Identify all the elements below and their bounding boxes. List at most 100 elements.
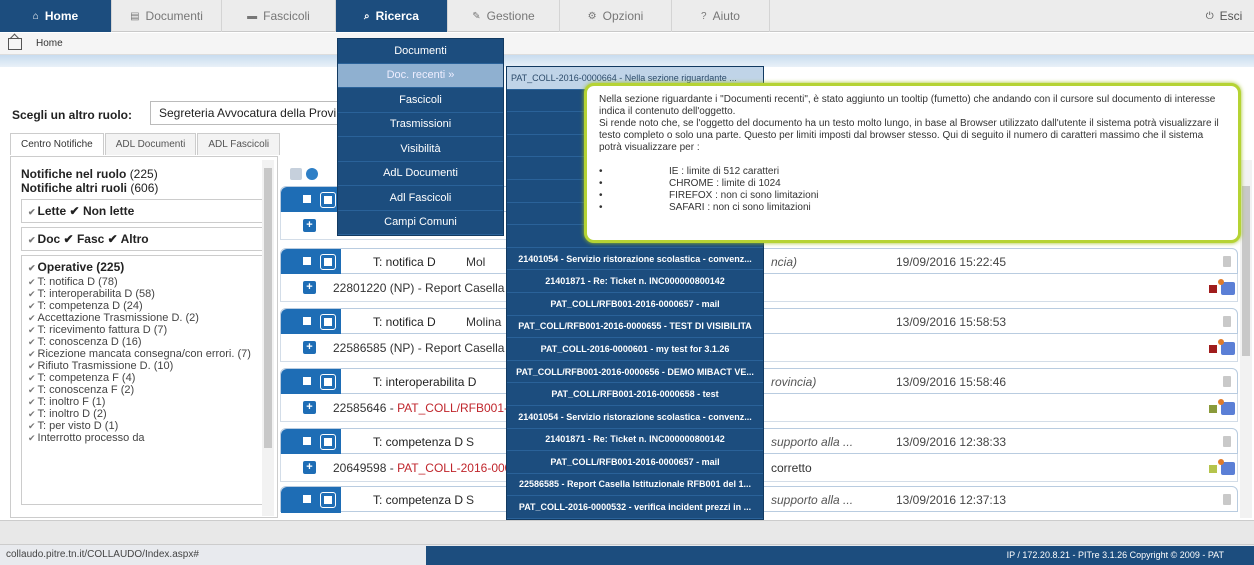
checkbox-icon[interactable]: ✔ (28, 349, 36, 359)
select-checkbox[interactable] (303, 257, 311, 265)
tab-adl-documenti[interactable]: ADL Documenti (104, 133, 197, 155)
recent-doc-item[interactable]: PAT_COLL/RFB001-2016-0000656 - DEMO MIBA… (507, 361, 763, 384)
home-outline-icon[interactable] (8, 37, 22, 50)
operative-item[interactable]: ✔ Interrotto processo da (28, 432, 262, 444)
operative-item[interactable]: ✔ T: inoltro D (2) (28, 408, 262, 420)
operative-item[interactable]: ✔ T: per visto D (1) (28, 420, 262, 432)
nav-tab-opzioni[interactable]: ⚙ Opzioni (560, 0, 672, 32)
nav-tab-fascicoli[interactable]: ▬ Fascicoli (222, 0, 336, 32)
checkbox-icon[interactable]: ✔ (28, 373, 36, 383)
trash-icon[interactable] (1223, 376, 1231, 387)
recent-doc-item[interactable]: PAT_COLL/RFB001-2016-0000657 - mail (507, 451, 763, 474)
operative-item[interactable]: ✔ Rifiuto Trasmissione D. (10) (28, 360, 262, 372)
operative-item[interactable]: ✔ T: ricevimento fattura D (7) (28, 324, 262, 336)
read-filter[interactable]: ✔ Lette ✔ Non lette (21, 199, 269, 223)
recent-doc-item[interactable]: PAT_COLL/RFB001-2016-0000655 - TEST DI V… (507, 316, 763, 339)
menu-visibilita[interactable]: Visibilità (338, 137, 503, 162)
checkbox-icon[interactable]: ✔ (28, 277, 36, 287)
operative-item[interactable]: ✔ T: conoscenza F (2) (28, 384, 262, 396)
right-scrollbar-thumb[interactable] (1242, 186, 1250, 356)
notifiche-ruolo[interactable]: Notifiche nel ruolo (225) (21, 167, 277, 181)
recent-doc-item[interactable]: PAT_COLL/RFB001-2016-0000657 - mail (507, 293, 763, 316)
notifiche-altri-ruoli[interactable]: Notifiche altri ruoli (606) (21, 181, 277, 195)
menu-adl-documenti[interactable]: AdL Documenti (338, 162, 503, 186)
transmit-icon[interactable] (1218, 459, 1235, 475)
view-icon[interactable] (320, 254, 336, 270)
menu-adl-fascicoli[interactable]: Adl Fascicoli (338, 186, 503, 211)
select-checkbox[interactable] (303, 317, 311, 325)
document-reference[interactable]: 22586585 (NP) - Report Casella (333, 341, 504, 355)
checkbox-icon[interactable]: ✔ (28, 301, 36, 311)
expand-button[interactable]: + (303, 401, 316, 414)
operative-item[interactable]: ✔ T: competenza F (4) (28, 372, 262, 384)
nav-tab-gestione[interactable]: ✎ Gestione (448, 0, 560, 32)
tab-centro-notifiche[interactable]: Centro Notifiche (10, 133, 104, 155)
recent-doc-item[interactable]: 22586585 - Report Casella Istituzionale … (507, 474, 763, 497)
menu-documenti[interactable]: Documenti (338, 39, 503, 64)
select-checkbox[interactable] (303, 495, 311, 503)
nav-tab-ricerca[interactable]: ⌕ Ricerca (336, 0, 448, 32)
document-reference[interactable]: 22801220 (NP) - Report Casella (333, 281, 504, 295)
trash-icon[interactable] (1223, 316, 1231, 327)
nav-tab-aiuto[interactable]: ? Aiuto (672, 0, 770, 32)
checkbox-icon[interactable]: ✔ (28, 361, 36, 371)
view-icon[interactable] (320, 374, 336, 390)
checkbox-icon[interactable]: ✔ (28, 337, 36, 347)
operative-item[interactable]: ✔ T: interoperabilita D (58) (28, 288, 262, 300)
checkbox-icon[interactable]: ✔ (28, 397, 36, 407)
checkbox-icon[interactable]: ✔ (28, 385, 36, 395)
recent-doc-item[interactable]: PAT_COLL/RFB001-2016-0000658 - test (507, 383, 763, 406)
expand-button[interactable]: + (303, 461, 316, 474)
breadcrumb-home[interactable]: Home (36, 38, 63, 49)
checkbox-icon[interactable]: ✔ (28, 325, 36, 335)
document-reference[interactable]: 20649598 - PAT_COLL-2016-000 (333, 461, 511, 475)
exit-button[interactable]: ⏻ Esci (1194, 0, 1254, 32)
menu-campi-comuni[interactable]: Campi Comuni (338, 211, 503, 235)
operative-item[interactable]: ✔ T: notifica D (78) (28, 276, 262, 288)
select-checkbox[interactable] (303, 195, 311, 203)
recent-doc-item[interactable]: 21401871 - Re: Ticket n. INC000000800142 (507, 270, 763, 293)
view-icon[interactable] (320, 192, 336, 208)
operative-item[interactable]: ✔ T: inoltro F (1) (28, 396, 262, 408)
operative-item[interactable]: ✔ Ricezione mancata consegna/con errori. … (28, 348, 262, 360)
recent-doc-item[interactable]: 21401871 - Re: Ticket n. INC000000800142 (507, 429, 763, 452)
trash-icon[interactable] (1223, 494, 1231, 505)
checkbox-icon[interactable]: ✔ (28, 409, 36, 419)
select-checkbox[interactable] (303, 377, 311, 385)
recent-doc-item[interactable]: PAT_COLL-2016-0000601 - my test for 3.1.… (507, 338, 763, 361)
expand-button[interactable]: + (303, 219, 316, 232)
trash-icon[interactable] (1223, 436, 1231, 447)
operative-item[interactable]: ✔ T: conoscenza D (16) (28, 336, 262, 348)
menu-fascicoli[interactable]: Fascicoli (338, 88, 503, 113)
operative-item[interactable]: ✔ T: competenza D (24) (28, 300, 262, 312)
menu-doc-recenti[interactable]: Doc. recenti » (338, 63, 503, 88)
operative-title[interactable]: ✔ Operative (225) (28, 260, 262, 274)
checkbox-icon[interactable]: ✔ (28, 207, 36, 217)
nav-tab-home[interactable]: ⌂ Home (0, 0, 112, 32)
select-checkbox[interactable] (303, 437, 311, 445)
transmit-icon[interactable] (1218, 279, 1235, 295)
refresh-icon[interactable] (306, 168, 318, 180)
transmit-icon[interactable] (1218, 399, 1235, 415)
checkbox-icon[interactable]: ✔ (28, 263, 36, 273)
recent-doc-item[interactable]: 21401054 - Servizio ristorazione scolast… (507, 248, 763, 271)
nav-tab-documenti[interactable]: ▤ Documenti (112, 0, 222, 32)
trash-icon[interactable] (1223, 256, 1231, 267)
checkbox-icon[interactable]: ✔ (28, 421, 36, 431)
transmit-icon[interactable] (1218, 339, 1235, 355)
checkbox-icon[interactable]: ✔ (28, 235, 36, 245)
type-filter[interactable]: ✔ Doc ✔ Fasc ✔ Altro (21, 227, 269, 251)
recent-doc-item[interactable]: 21401054 - Servizio ristorazione scolast… (507, 406, 763, 429)
expand-button[interactable]: + (303, 341, 316, 354)
role-select[interactable]: Segreteria Avvocatura della Provincia (150, 101, 350, 125)
left-scrollbar-thumb[interactable] (264, 168, 272, 448)
view-icon[interactable] (320, 492, 336, 508)
menu-trasmissioni[interactable]: Trasmissioni (338, 113, 503, 137)
tab-adl-fascicoli[interactable]: ADL Fascicoli (197, 133, 281, 155)
expand-button[interactable]: + (303, 281, 316, 294)
view-icon[interactable] (320, 434, 336, 450)
select-all-icon[interactable] (290, 168, 302, 180)
recent-doc-item[interactable]: PAT_COLL-2016-0000532 - verifica inciden… (507, 496, 763, 519)
checkbox-icon[interactable]: ✔ (28, 289, 36, 299)
view-icon[interactable] (320, 314, 336, 330)
